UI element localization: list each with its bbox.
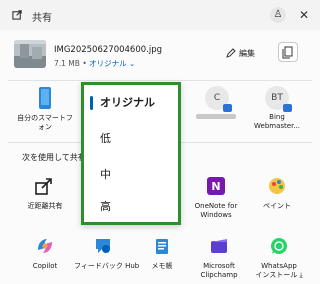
onenote-icon: N [207, 177, 225, 195]
copilot-icon [38, 239, 52, 253]
share-with-heading: 次を使用して共有 [22, 153, 86, 162]
contact-label: Bing Webmaster... [254, 113, 300, 130]
whatsapp-icon [271, 238, 287, 254]
app-label: ペイント [263, 202, 291, 210]
quality-option-original[interactable]: オリジナル [84, 91, 178, 115]
pencil-icon [226, 48, 236, 58]
clipchamp-icon [211, 239, 227, 253]
app-feedback-hub[interactable]: フィードバック Hub [74, 236, 140, 271]
close-button[interactable]: ✕ [296, 7, 312, 23]
nearby-device-phone[interactable]: 自分のスマートフォン [16, 86, 74, 132]
outlook-badge-icon [223, 104, 232, 112]
quality-option-low[interactable]: 低 [84, 127, 178, 151]
app-nearby-share[interactable]: 近距離共有 [16, 176, 74, 211]
app-label: メモ帳 [151, 262, 173, 270]
app-paint[interactable]: ペイント [248, 176, 306, 211]
install-label[interactable]: インストール ⤓ [250, 271, 308, 280]
notepad-icon [156, 239, 168, 254]
app-copilot[interactable]: Copilot [16, 236, 74, 271]
app-whatsapp[interactable]: WhatsApp インストール ⤓ [250, 236, 308, 280]
avatar: BT [265, 86, 292, 112]
phone-icon [39, 87, 51, 109]
app-label: Copilot [32, 262, 58, 270]
quality-option-medium[interactable]: 中 [84, 163, 178, 187]
quality-menu: オリジナル 低 中 高 [81, 82, 181, 225]
app-clipchamp[interactable]: Microsoft Clipchamp [190, 236, 248, 280]
contact-c[interactable]: C [202, 86, 232, 112]
file-size: 7.1 MB [54, 59, 80, 68]
contact-bing-webmaster[interactable]: BT Bing Webmaster... [246, 86, 308, 131]
edit-button[interactable]: 編集 [226, 46, 255, 60]
app-label: フィードバック Hub [74, 262, 140, 270]
app-label: OneNote for Windows [194, 202, 238, 219]
share-dialog: 共有 ♙ ✕ IMG20250627004600.jpg 7.1 MB • オリ… [0, 0, 320, 284]
account-button[interactable]: ♙ [270, 7, 286, 23]
window-title: 共有 [32, 13, 52, 24]
divider [8, 80, 312, 81]
svg-text:N: N [211, 180, 220, 193]
selection-indicator [90, 96, 93, 110]
file-thumbnail [14, 40, 46, 68]
share-icon [12, 10, 22, 20]
copy-icon [282, 46, 293, 59]
meta-separator: • [82, 59, 87, 68]
file-meta: 7.1 MB • オリジナル ⌄ [54, 58, 135, 69]
paint-icon [269, 178, 285, 194]
feedback-hub-icon [96, 239, 110, 253]
close-icon: ✕ [298, 8, 310, 22]
quality-option-high[interactable]: 高 [84, 195, 178, 219]
outlook-badge-icon [283, 104, 292, 112]
app-label: Microsoft Clipchamp [200, 262, 238, 279]
app-label: WhatsApp [261, 262, 297, 270]
nearby-device-label: 自分のスマートフォン [17, 114, 73, 131]
app-notepad[interactable]: メモ帳 [133, 236, 191, 271]
file-info: IMG20250627004600.jpg 7.1 MB • オリジナル ⌄ 編… [0, 32, 320, 80]
avatar: C [205, 86, 232, 112]
redacted-label [196, 114, 236, 119]
app-onenote[interactable]: N OneNote for Windows [187, 176, 245, 220]
nearby-share-icon [35, 178, 52, 195]
quality-dropdown[interactable]: オリジナル ⌄ [89, 59, 135, 68]
title-bar: 共有 ♙ ✕ [0, 0, 320, 30]
edit-label: 編集 [239, 48, 255, 58]
file-name: IMG20250627004600.jpg [54, 45, 162, 55]
app-label: 近距離共有 [27, 202, 63, 210]
person-icon: ♙ [273, 9, 283, 20]
copy-button[interactable] [278, 42, 298, 62]
